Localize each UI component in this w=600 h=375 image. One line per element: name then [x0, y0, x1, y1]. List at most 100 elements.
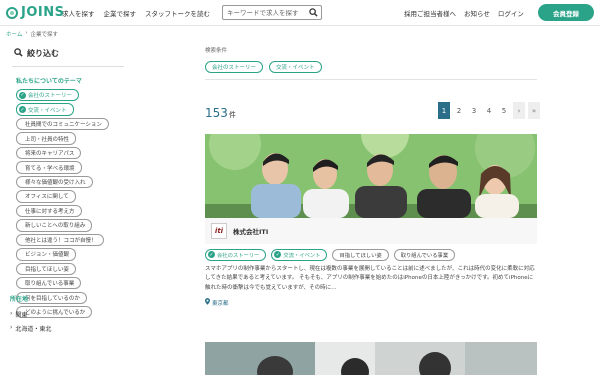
theme-tag-label: 目指してほしい姿: [25, 266, 69, 273]
conditions-label: 検索条件: [205, 48, 228, 54]
company-tag-label: 目指してほしい姿: [339, 252, 382, 259]
logo-mark-icon: [6, 6, 18, 19]
theme-tag[interactable]: ビジョン・価値観: [16, 248, 77, 261]
theme-tag-label: 交流・イベント: [28, 107, 67, 114]
nav-for-recruiters[interactable]: 採用ご担当者様へ: [404, 8, 456, 18]
theme-section-title: 私たちについてのテーマ: [16, 78, 82, 85]
company-tag-label: 交流・イベント: [283, 252, 321, 259]
company-location-label: 東京都: [212, 300, 229, 307]
theme-tag[interactable]: どのように挑んでいるか: [16, 306, 93, 319]
breadcrumb: ホーム › 企業で探す: [6, 30, 58, 38]
page-button[interactable]: 4: [483, 102, 495, 119]
theme-tag[interactable]: オフィスに関して: [16, 190, 76, 203]
user-nav: 採用ご担当者様へ お知らせ ログイン: [404, 8, 524, 18]
site-header: JOINS 求人を探す 企業で探す スタッフトークを読む 採用ご担当者様へ お知…: [0, 0, 600, 26]
location-section-title: 所在地: [10, 296, 29, 303]
next-company-photo[interactable]: [205, 342, 537, 375]
breadcrumb-separator: ›: [25, 30, 28, 36]
theme-tag[interactable]: ✓ 会社のストーリー: [16, 89, 80, 102]
filter-title: 絞り込む: [14, 46, 176, 60]
filter-divider: [12, 66, 124, 67]
location-label: 関東: [15, 312, 28, 319]
nav-news[interactable]: お知らせ: [464, 8, 490, 18]
company-description: スマホアプリの制作事業からスタートし、現在は複数の事業を展開していることは前に述…: [205, 265, 535, 291]
company-name[interactable]: 株式会社ITI: [233, 226, 268, 236]
last-page-button[interactable]: »: [528, 102, 540, 119]
theme-tag-label: 取り組んでいる事業: [25, 281, 75, 288]
company-tag-label: 取り組んでいる事業: [400, 252, 449, 259]
theme-tag[interactable]: 仕事に対する考え方: [16, 204, 82, 218]
check-icon: ✓: [274, 251, 282, 259]
company-tag[interactable]: 目指してほしい姿: [332, 249, 389, 261]
company-tag-label: 会社のストーリー: [217, 252, 260, 259]
pagination: 1 2 3 4 5 ›»: [438, 102, 540, 119]
theme-tag-label: どのように挑んでいるか: [25, 310, 86, 317]
condition-tag[interactable]: 会社のストーリー: [205, 61, 264, 73]
nav-login[interactable]: ログイン: [498, 8, 524, 18]
location-item-hokkaido-tohoku[interactable]: › 北海道・東北: [10, 324, 51, 333]
filter-search-icon: [14, 47, 23, 59]
company-row: iti 株式会社ITI: [205, 218, 537, 244]
company-tag[interactable]: ✓ 会社のストーリー: [205, 249, 267, 261]
theme-tag[interactable]: ✓ 交流・イベント: [16, 103, 74, 116]
breadcrumb-home[interactable]: ホーム: [6, 30, 22, 38]
company-tag[interactable]: 取り組んでいる事業: [393, 249, 456, 261]
page-button[interactable]: 1: [438, 102, 450, 119]
theme-tag[interactable]: 他社とは違う！ココが自慢！: [16, 233, 104, 247]
theme-tag-label: 社員間でのコミュニケーション: [25, 122, 102, 129]
theme-tag-label: 将来のキャリアパス: [25, 151, 75, 158]
location-label: 北海道・東北: [15, 326, 52, 333]
nav-find-jobs[interactable]: 求人を探す: [62, 8, 95, 18]
nav-find-companies[interactable]: 企業で探す: [104, 8, 137, 18]
search-box: [222, 5, 322, 20]
results-main: 検索条件 会社のストーリー 交流・イベント 153件 12345›»: [205, 46, 540, 375]
result-count-unit: 件: [228, 111, 236, 119]
chevron-right-icon: ›: [10, 324, 13, 331]
theme-tag[interactable]: 様々な価値観の受け入れ: [16, 175, 93, 189]
page-button[interactable]: 2: [453, 102, 465, 119]
theme-tag[interactable]: 社員間でのコミュニケーション: [16, 117, 109, 131]
theme-tag-label: 新しいことへの取り組み: [25, 223, 86, 230]
theme-tag-label: ビジョン・価値観: [25, 252, 70, 259]
theme-tag-label: 他社とは違う！ココが自慢！: [25, 237, 97, 244]
register-button[interactable]: 会員登録: [538, 4, 594, 21]
main-nav: 求人を探す 企業で探す スタッフトークを読む: [62, 8, 210, 18]
conditions-divider: [205, 79, 537, 80]
theme-tag-label: 会社のストーリー: [28, 93, 73, 100]
theme-tag-label: 仕事に対する考え方: [25, 208, 75, 215]
theme-tag-list: ✓ 会社のストーリー ✓ 交流・イベント 社員間でのコミュニケーション 上司・社員の特性将…: [16, 89, 176, 319]
page-button[interactable]: 5: [498, 102, 510, 119]
result-count-value: 153: [205, 106, 228, 120]
condition-tag[interactable]: 交流・イベント: [269, 61, 322, 73]
filter-title-label: 絞り込む: [27, 48, 59, 58]
check-icon: ✓: [208, 251, 215, 259]
theme-tag-label: オフィスに関して: [25, 194, 69, 201]
search-icon[interactable]: [307, 7, 319, 19]
check-icon: ✓: [19, 106, 26, 114]
company-card[interactable]: iti 株式会社ITI ✓ 会社のストーリー ✓ 交流・イベント 目指してほしい姿 取り組…: [205, 134, 537, 307]
chevron-right-icon: ›: [10, 310, 13, 317]
search-input[interactable]: [223, 8, 307, 17]
theme-tag-label: 様々な価値観の受け入れ: [25, 180, 86, 186]
theme-tag-label: 何を目指しているのか: [25, 295, 80, 302]
company-location: 東京都: [205, 298, 537, 307]
theme-tag[interactable]: 将来のキャリアパス: [16, 146, 82, 160]
page-button[interactable]: 3: [468, 102, 480, 119]
company-tag[interactable]: ✓ 交流・イベント: [271, 249, 328, 261]
conditions-tags: 会社のストーリー 交流・イベント: [205, 61, 537, 73]
nav-staff-talk[interactable]: スタッフトークを読む: [145, 8, 210, 18]
site-logo[interactable]: JOINS: [6, 5, 64, 20]
breadcrumb-current: 企業で探す: [30, 32, 59, 38]
check-icon: ✓: [19, 91, 26, 99]
theme-tag-label: 上司・社員の特性: [25, 136, 70, 143]
next-page-button[interactable]: ›: [513, 102, 525, 119]
company-tags: ✓ 会社のストーリー ✓ 交流・イベント 目指してほしい姿 取り組んでいる事業: [205, 249, 537, 261]
theme-tag[interactable]: 上司・社員の特性: [16, 132, 77, 145]
theme-tag[interactable]: 新しいことへの取り組み: [16, 219, 93, 232]
company-logo: iti: [211, 223, 227, 239]
theme-tag[interactable]: 育てる・学べる環境: [16, 161, 82, 174]
theme-tag[interactable]: 目指してほしい姿: [16, 262, 76, 275]
theme-tag[interactable]: 取り組んでいる事業: [16, 277, 82, 290]
location-item-kanto[interactable]: › 関東: [10, 310, 27, 319]
location-pin-icon: [205, 298, 210, 307]
